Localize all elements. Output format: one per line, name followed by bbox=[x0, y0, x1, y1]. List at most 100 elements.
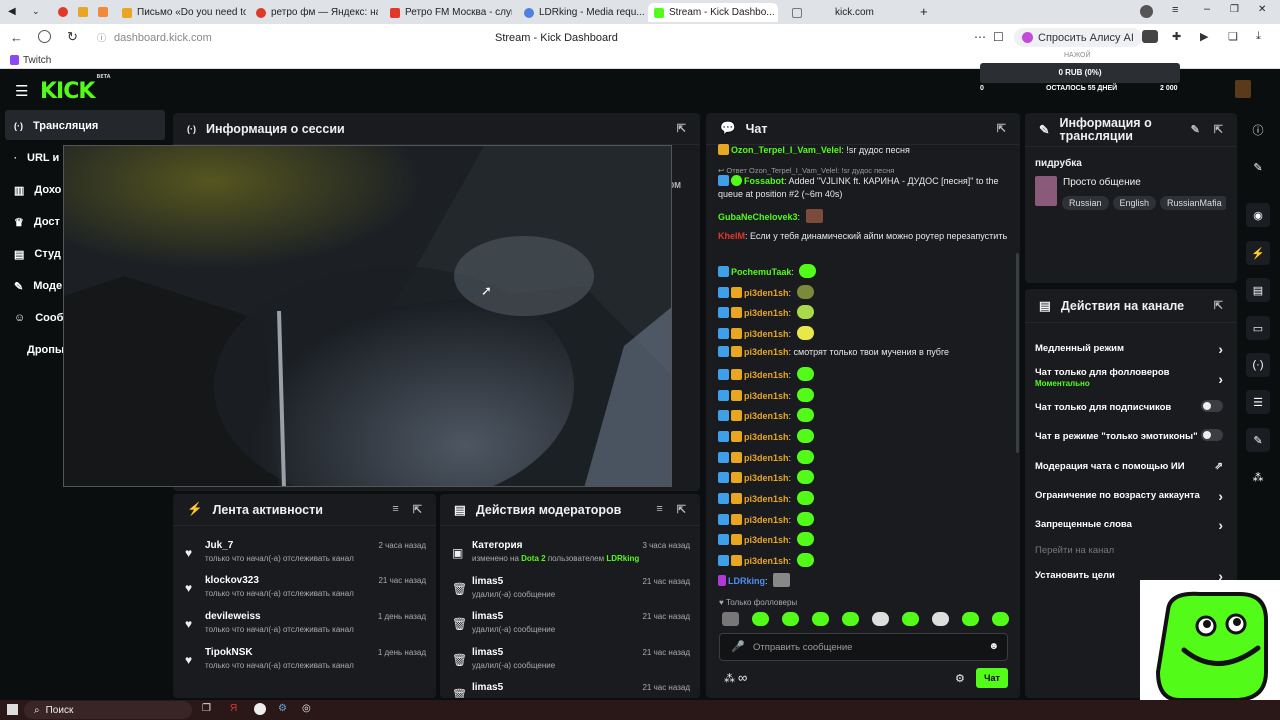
more-icon[interactable]: ⋯ bbox=[974, 30, 986, 44]
banned-words-row[interactable]: Запрещенные слова › bbox=[1035, 517, 1223, 533]
popout-icon[interactable]: ⇱ bbox=[1214, 123, 1223, 136]
mod-action-item[interactable]: ▣ Категория 3 часа назад изменено на Dot… bbox=[450, 540, 690, 570]
popout-icon[interactable]: ⇱ bbox=[413, 503, 422, 516]
microphone-icon[interactable]: 🎤 bbox=[731, 640, 745, 653]
chat-message[interactable]: LDRking: bbox=[718, 573, 1008, 588]
chat-message[interactable]: KhelM: Если у тебя динамический айпи мож… bbox=[718, 230, 1008, 243]
obs-icon[interactable]: ◎ bbox=[302, 703, 311, 714]
chat-username[interactable]: pi3den1sh bbox=[744, 370, 789, 380]
kick-logo[interactable]: KICKBETA bbox=[40, 74, 111, 104]
download-icon[interactable]: ⤓ bbox=[1256, 30, 1261, 43]
puzzle-icon[interactable]: ✚ bbox=[1172, 30, 1181, 43]
tab-retro-fm[interactable]: Ретро FM Москва - слуш... bbox=[384, 3, 512, 22]
settings-gear-icon[interactable]: ⚙ bbox=[955, 672, 965, 685]
followers-only-row[interactable]: Чат только для фолловеров Моментально › bbox=[1035, 367, 1223, 389]
tag[interactable]: Russian bbox=[1062, 196, 1109, 210]
filter-icon[interactable]: ≡ bbox=[392, 503, 398, 516]
chat-message[interactable]: pi3den1sh: bbox=[718, 429, 1008, 444]
chat-message[interactable]: GubaNeChelovek3: bbox=[718, 209, 1008, 224]
close-window-icon[interactable]: ✕ bbox=[1258, 4, 1266, 15]
wrench-icon[interactable]: ✎ bbox=[1246, 428, 1270, 452]
emote-icon[interactable] bbox=[842, 612, 859, 626]
yandex-id-icon[interactable] bbox=[38, 30, 51, 43]
menu-icon[interactable]: ≡ bbox=[1172, 4, 1178, 16]
emote-icon[interactable] bbox=[992, 612, 1009, 626]
tab-yandex-search[interactable]: ретро фм — Яндекс: наш... bbox=[250, 3, 378, 22]
chat-username[interactable]: pi3den1sh bbox=[744, 288, 789, 298]
infinity-icon[interactable]: ∞ bbox=[738, 670, 747, 685]
taskbar-search[interactable]: ⌕ Поиск bbox=[24, 701, 192, 719]
chat-username[interactable]: pi3den1sh bbox=[744, 453, 789, 463]
yandex-icon[interactable]: Я bbox=[230, 703, 237, 714]
emote-icon[interactable] bbox=[782, 612, 799, 626]
mail-icon[interactable] bbox=[78, 7, 88, 17]
tab-kick-dashboard[interactable]: Stream - Kick Dashbo... ✕ bbox=[648, 3, 778, 22]
activity-item[interactable]: ♥ Juk_7 2 часа назад только что начал(-а… bbox=[183, 540, 426, 570]
chat-username[interactable]: pi3den1sh bbox=[744, 556, 789, 566]
mod-action-item[interactable]: 🗑 limas5 21 час назад удалил(-а) сообщен… bbox=[450, 647, 690, 677]
url-field[interactable]: dashboard.kick.com bbox=[114, 32, 212, 44]
popout-icon[interactable]: ⇱ bbox=[677, 503, 686, 516]
yandex-browser-icon[interactable] bbox=[254, 703, 266, 715]
emote-icon[interactable] bbox=[812, 612, 829, 626]
chat-message[interactable]: pi3den1sh: bbox=[718, 408, 1008, 423]
chat-username[interactable]: pi3den1sh bbox=[744, 411, 789, 421]
chat-username[interactable]: pi3den1sh bbox=[744, 347, 789, 357]
send-chat-button[interactable]: Чат bbox=[976, 668, 1008, 688]
chat-bubble-icon[interactable]: ▭ bbox=[1246, 316, 1270, 340]
chat-scrollbar[interactable] bbox=[1016, 253, 1019, 453]
sidebar-item-drops[interactable]: Дропы bbox=[27, 339, 64, 361]
task-view-icon[interactable]: ❐ bbox=[202, 703, 211, 714]
chat-message[interactable]: pi3den1sh: bbox=[718, 285, 1008, 300]
chat-message[interactable]: pi3den1sh: bbox=[718, 450, 1008, 465]
sidebar-item-url[interactable]: · URL и к bbox=[14, 147, 68, 169]
bookmark-icon[interactable]: ☐ bbox=[993, 30, 1004, 44]
edit-icon[interactable]: ✎ bbox=[1191, 123, 1200, 136]
alice-button[interactable]: Спросить Алису AI bbox=[1014, 28, 1142, 47]
chat-message[interactable]: pi3den1sh: bbox=[718, 470, 1008, 485]
new-tab-icon[interactable]: + bbox=[920, 4, 928, 19]
chat-username[interactable]: pi3den1sh bbox=[744, 494, 789, 504]
info-icon[interactable]: ⓘ bbox=[1246, 118, 1270, 142]
chat-message[interactable]: pi3den1sh: bbox=[718, 326, 1008, 341]
sidebar-item-community[interactable]: ☺ Сооб bbox=[14, 307, 63, 329]
emote-icon[interactable] bbox=[932, 612, 949, 626]
chat-message[interactable]: pi3den1sh: bbox=[718, 532, 1008, 547]
chat-username[interactable]: pi3den1sh bbox=[744, 329, 789, 339]
tag[interactable]: English bbox=[1112, 196, 1157, 210]
chat-username[interactable]: pi3den1sh bbox=[744, 473, 789, 483]
sidebar-item-achievements[interactable]: ♛ Дост bbox=[14, 211, 60, 233]
emoji-icon[interactable]: ☻ bbox=[988, 641, 999, 652]
play-icon[interactable]: ▶ bbox=[1200, 30, 1208, 43]
sidebar-item-studio[interactable]: ▤ Студ bbox=[14, 243, 61, 265]
profile-avatar[interactable] bbox=[1140, 5, 1153, 18]
extension-icon[interactable] bbox=[1142, 30, 1158, 43]
category-thumbnail[interactable] bbox=[1035, 176, 1057, 206]
go-to-channel-link[interactable]: Перейти на канал bbox=[1035, 545, 1223, 556]
restore-icon[interactable]: ❐ bbox=[1230, 4, 1239, 15]
points-icon[interactable]: ⁂ bbox=[724, 672, 735, 685]
chat-message[interactable]: Ozon_Terpel_I_Vam_Velel: !sr дудос песня bbox=[718, 144, 1008, 157]
chat-message[interactable]: pi3den1sh: bbox=[718, 491, 1008, 506]
goal-progress-bar[interactable]: 0 RUB (0%) bbox=[980, 63, 1180, 83]
activity-item[interactable]: ♥ TipokNSK 1 день назад только что начал… bbox=[183, 647, 426, 677]
lightning-icon[interactable]: ⚡ bbox=[1246, 241, 1270, 265]
edit-icon[interactable]: ✎ bbox=[1246, 155, 1270, 179]
filter-icon[interactable]: ≡ bbox=[656, 503, 662, 516]
chat-message[interactable]: pi3den1sh: bbox=[718, 512, 1008, 527]
emote-icon[interactable] bbox=[962, 612, 979, 626]
tab-kick[interactable]: kick.com bbox=[786, 3, 916, 22]
subscribers-only-toggle[interactable] bbox=[1201, 400, 1223, 412]
steam-icon[interactable]: ⚙ bbox=[278, 703, 287, 714]
back-icon[interactable]: ← bbox=[10, 30, 23, 45]
activity-item[interactable]: ♥ klockov323 21 час назад только что нач… bbox=[183, 575, 426, 605]
chat-message[interactable]: PochemuTaak: bbox=[718, 264, 1008, 279]
mod-action-item[interactable]: 🗑 limas5 21 час назад bbox=[450, 682, 690, 698]
bookmark-twitch[interactable]: Twitch bbox=[23, 55, 51, 66]
emote-icon[interactable] bbox=[902, 612, 919, 626]
tab-mail[interactable]: Письмо «Do you need to ... bbox=[116, 3, 246, 22]
user-avatar[interactable] bbox=[1235, 80, 1251, 98]
chat-username[interactable]: pi3den1sh bbox=[744, 535, 789, 545]
collections-icon[interactable]: ❏ bbox=[1228, 30, 1238, 43]
camera-icon[interactable]: ◉ bbox=[1246, 203, 1270, 227]
